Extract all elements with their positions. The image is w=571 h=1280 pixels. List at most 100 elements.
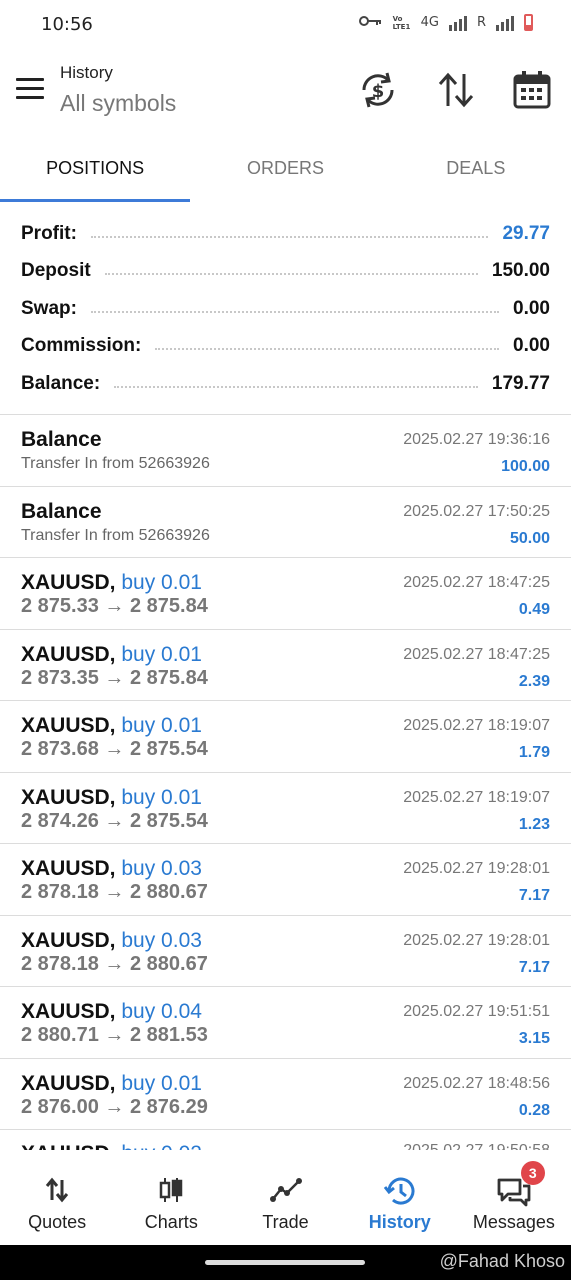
row-value: 0.49 <box>518 601 550 618</box>
row-symbol: XAUUSD, <box>21 1000 116 1023</box>
signal-icon-2 <box>496 15 514 31</box>
row-title: XAUUSD, buy 0.01 <box>21 1072 202 1096</box>
status-time: 10:56 <box>41 14 93 35</box>
row-symbol: XAUUSD, <box>21 642 116 666</box>
row-value: 50.00 <box>509 529 550 547</box>
row-date: 2025.02.27 18:19:07 <box>403 717 550 734</box>
row-prices: 2 874.26 → 2 875.54 <box>21 809 208 832</box>
row-type: buy 0.01 <box>121 571 202 594</box>
list-item[interactable]: XAUUSD, buy 0.03 2 878.18 → 2 880.67 202… <box>0 843 571 915</box>
row-title: Balance <box>21 428 102 451</box>
row-type: buy 0.01 <box>121 642 202 666</box>
signal-icon <box>448 15 467 31</box>
row-title: XAUUSD, buy 0.04 <box>21 1000 202 1024</box>
row-date: 2025.02.27 19:28:01 <box>403 860 550 877</box>
row-type: buy 0.03 <box>121 857 202 880</box>
tab-bar: POSITIONS ORDERS DEALS <box>0 140 571 202</box>
nav-messages[interactable]: 3 Messages <box>457 1150 571 1245</box>
dotted-leader <box>114 385 478 388</box>
list-item[interactable]: XAUUSD, buy 0.01 2 875.33 → 2 875.84 202… <box>0 557 571 629</box>
row-title: XAUUSD, buy 0.03 <box>21 857 202 881</box>
balance-label: Balance: <box>21 372 101 394</box>
list-item[interactable]: Balance Transfer In from 52663926 2025.0… <box>0 414 571 486</box>
nav-quotes[interactable]: Quotes <box>0 1150 114 1245</box>
row-prices: 2 880.71 → 2 881.53 <box>21 1024 208 1046</box>
row-value: 1.23 <box>518 815 550 833</box>
row-symbol: XAUUSD, <box>21 928 116 952</box>
row-symbol: XAUUSD, <box>21 857 116 880</box>
list-item[interactable]: XAUUSD, buy 0.01 2 873.35 → 2 875.84 202… <box>0 628 571 701</box>
row-comment: Transfer In from 52663926 <box>21 526 210 544</box>
deposit-value: 150.00 <box>491 260 550 282</box>
row-title: XAUUSD, buy 0.01 <box>21 571 202 595</box>
list-item[interactable]: XAUUSD, buy 0.01 2 876.00 → 2 876.29 202… <box>0 1057 571 1130</box>
row-title: Balance <box>21 499 102 523</box>
row-value: 3.15 <box>518 1030 550 1047</box>
row-comment: Transfer In from 52663926 <box>21 455 210 472</box>
row-prices: 2 873.35 → 2 875.84 <box>21 666 208 689</box>
currency-exchange-icon[interactable]: $ <box>356 68 400 112</box>
sort-icon[interactable] <box>434 68 478 112</box>
tab-orders[interactable]: ORDERS <box>190 140 380 202</box>
row-date: 2025.02.27 18:47:25 <box>403 574 550 591</box>
nav-history-label: History <box>368 1212 431 1232</box>
row-value: 7.17 <box>518 887 550 904</box>
svg-text:$: $ <box>372 81 385 102</box>
row-date: 2025.02.27 19:28:01 <box>403 931 550 949</box>
list-item[interactable]: XAUUSD, buy 0.01 2 874.26 → 2 875.54 202… <box>0 771 571 844</box>
row-type: buy 0.03 <box>121 928 202 952</box>
volte-label: Vo LTE1 <box>392 14 411 31</box>
row-prices: 2 878.18 → 2 880.67 <box>21 881 208 903</box>
commission-label: Commission: <box>21 335 142 357</box>
summary-profit: Profit: 29.77 <box>21 215 550 253</box>
row-symbol: XAUUSD, <box>21 714 116 737</box>
dotted-leader <box>155 348 500 351</box>
dotted-leader <box>90 310 500 313</box>
dotted-leader <box>90 235 489 238</box>
messages-badge: 3 <box>520 1161 545 1185</box>
row-date: 2025.02.27 18:47:25 <box>403 645 550 663</box>
nav-trade[interactable]: Trade <box>228 1150 342 1245</box>
row-date: 2025.02.27 18:19:07 <box>403 788 550 806</box>
home-gesture-bar[interactable] <box>205 1260 365 1265</box>
list-item[interactable]: XAUUSD, buy 0.01 2 873.68 → 2 875.54 202… <box>0 700 571 772</box>
row-value: 100.00 <box>501 458 550 475</box>
symbol-filter[interactable]: All symbols <box>60 90 176 117</box>
list-item[interactable]: Balance Transfer In from 52663926 2025.0… <box>0 485 571 558</box>
app-header: History All symbols $ <box>0 48 571 140</box>
calendar-icon[interactable] <box>510 68 554 112</box>
nav-history[interactable]: History <box>343 1150 457 1245</box>
list-item[interactable]: XAUUSD, buy 0.03 2 878.18 → 2 880.67 202… <box>0 914 571 987</box>
menu-icon[interactable] <box>16 78 44 100</box>
list-item[interactable]: XAUUSD, buy 0.04 2 880.71 → 2 881.53 202… <box>0 986 571 1058</box>
candlestick-icon <box>160 1178 183 1202</box>
nav-messages-label: Messages <box>472 1212 555 1232</box>
row-symbol: XAUUSD, <box>21 785 116 809</box>
row-type: buy 0.04 <box>121 1000 202 1023</box>
nav-quotes-label: Quotes <box>28 1212 87 1232</box>
quotes-icon <box>45 1177 69 1203</box>
row-title: XAUUSD, buy 0.03 <box>21 929 202 953</box>
status-bar: 10:56 Vo LTE1 4G R <box>0 0 571 48</box>
row-type: buy 0.01 <box>121 714 202 737</box>
tab-deals[interactable]: DEALS <box>381 140 571 202</box>
row-value: 7.17 <box>518 958 550 976</box>
row-title: XAUUSD, buy 0.01 <box>21 714 202 738</box>
summary-panel: Profit: 29.77 Deposit 150.00 Swap: 0.00 … <box>0 215 571 415</box>
summary-commission: Commission: 0.00 <box>21 328 550 366</box>
nav-charts[interactable]: Charts <box>114 1150 228 1245</box>
page-title: History <box>60 63 113 82</box>
status-icons: Vo LTE1 4G R <box>358 14 533 31</box>
summary-swap: Swap: 0.00 <box>21 290 550 328</box>
battery-icon <box>524 14 533 31</box>
history-icon <box>383 1177 415 1205</box>
row-title: XAUUSD, buy 0.01 <box>21 786 202 810</box>
tab-positions[interactable]: POSITIONS <box>0 140 191 202</box>
row-value: 2.39 <box>518 672 550 690</box>
row-symbol: XAUUSD, <box>21 1071 116 1095</box>
bottom-nav: Quotes Charts Trade History 3 Messages <box>0 1150 571 1245</box>
row-prices: 2 873.68 → 2 875.54 <box>21 738 208 760</box>
nav-charts-label: Charts <box>144 1212 198 1232</box>
deposit-label: Deposit <box>21 260 91 282</box>
nav-trade-label: Trade <box>262 1212 309 1232</box>
